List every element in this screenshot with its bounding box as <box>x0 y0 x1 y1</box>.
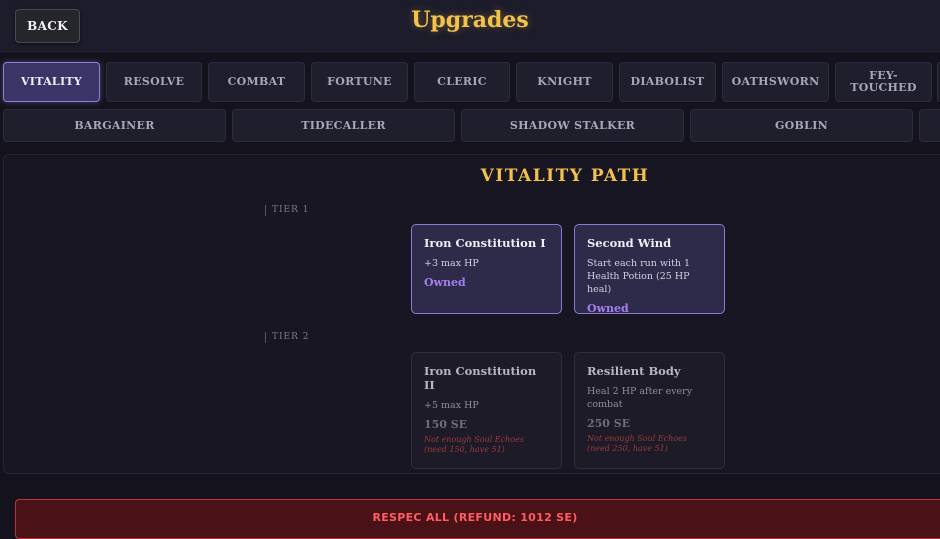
insufficient-funds-warning: Not enough Soul Echoes (need 150, have 5… <box>424 435 524 454</box>
tab-diabolist[interactable]: DIABOLIST <box>619 62 716 102</box>
respec-label: RESPEC ALL (REFUND: 1012 SE) <box>372 511 578 524</box>
tab-goblin[interactable]: GOBLIN <box>690 109 913 142</box>
upgrade-desc: +3 max HP <box>424 258 479 269</box>
tab-fortune[interactable]: FORTUNE <box>311 62 408 102</box>
upgrade-cost: 150 SE <box>424 418 468 431</box>
tab-bargainer[interactable]: BARGAINER <box>3 109 226 142</box>
tab-oathsworn[interactable]: OATHSWORN <box>722 62 829 102</box>
owned-badge: Owned <box>424 276 466 289</box>
upgrade-card-second-wind[interactable]: Second Wind Start each run with 1 Health… <box>574 224 725 315</box>
upgrade-desc: Start each run with 1 Health Potion (25 … <box>587 258 691 295</box>
tab-overflow-row2[interactable] <box>919 109 940 142</box>
upgrade-name: Iron Constitution II <box>424 364 537 392</box>
tier-1-label: TIER 1 <box>265 205 310 216</box>
tab-fey-touched[interactable]: FEY- TOUCHED <box>835 62 932 102</box>
tab-tidecaller[interactable]: TIDECALLER <box>232 109 455 142</box>
tier-2-label: TIER 2 <box>265 332 310 343</box>
upgrade-desc: +5 max HP <box>424 400 479 411</box>
header-bar: BACK Upgrades <box>0 0 940 52</box>
tab-resolve[interactable]: RESOLVE <box>106 62 202 102</box>
insufficient-funds-warning: Not enough Soul Echoes (need 250, have 5… <box>587 434 687 453</box>
upgrade-name: Iron Constitution I <box>424 236 546 250</box>
page-title: Upgrades <box>411 7 529 33</box>
upgrade-name: Second Wind <box>587 236 672 250</box>
tab-combat[interactable]: COMBAT <box>208 62 305 102</box>
tab-cleric[interactable]: CLERIC <box>414 62 510 102</box>
tab-vitality[interactable]: VITALITY <box>3 62 100 102</box>
upgrade-cost: 250 SE <box>587 417 631 430</box>
tab-knight[interactable]: KNIGHT <box>516 62 613 102</box>
tab-shadow-stalker[interactable]: SHADOW STALKER <box>461 109 684 142</box>
respec-all-button[interactable]: RESPEC ALL (REFUND: 1012 SE) <box>15 499 940 539</box>
upgrade-desc: Heal 2 HP after every combat <box>587 386 693 410</box>
upgrade-card-iron-constitution-1[interactable]: Iron Constitution I +3 max HP Owned <box>411 224 562 314</box>
upgrade-card-iron-constitution-2[interactable]: Iron Constitution II +5 max HP 150 SE No… <box>411 352 562 469</box>
upgrade-name: Resilient Body <box>587 364 681 378</box>
upgrade-card-resilient-body[interactable]: Resilient Body Heal 2 HP after every com… <box>574 352 725 469</box>
owned-badge: Owned <box>587 302 629 315</box>
path-title: VITALITY PATH <box>480 166 650 186</box>
